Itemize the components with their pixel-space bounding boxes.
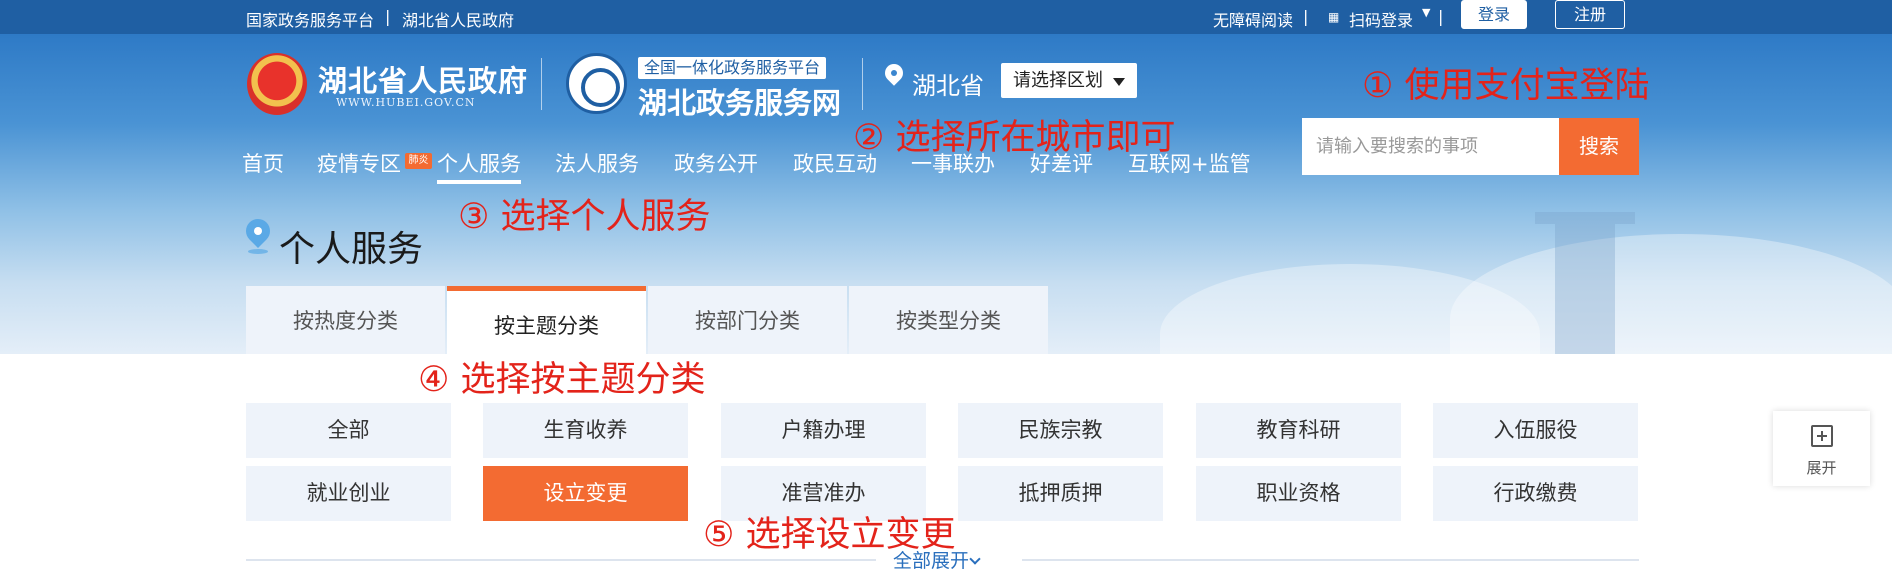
scan-login-link[interactable]: 扫码登录 (1349, 7, 1413, 31)
plus-square-icon (1811, 425, 1833, 447)
service-platform-logo (566, 53, 627, 114)
category-item[interactable]: 抵押质押 (958, 466, 1163, 521)
divider-line (246, 559, 876, 561)
category-item[interactable]: 民族宗教 (958, 403, 1163, 458)
region-select[interactable]: 请选择区划 (1001, 63, 1137, 98)
background-tower (1535, 212, 1635, 224)
category-item[interactable]: 行政缴费 (1433, 466, 1638, 521)
nav-epidemic[interactable]: 疫情专区 (317, 148, 401, 184)
divider-line (1022, 559, 1639, 561)
caret-down-icon (1113, 78, 1125, 86)
category-item[interactable]: 全部 (246, 403, 451, 458)
national-platform-link[interactable]: 国家政务服务平台 (246, 7, 374, 31)
search-input[interactable] (1302, 118, 1559, 175)
national-emblem-logo (247, 53, 307, 115)
location-pin-icon (241, 214, 275, 254)
topbar-separator: | (1303, 7, 1309, 26)
service-name[interactable]: 湖北政务服务网 (638, 80, 841, 122)
top-bar: 国家政务服务平台 | 湖北省人民政府 无障碍阅读 | ▦ 扫码登录 ▼ | 登录… (0, 0, 1892, 34)
annotation-step-3: ③ 选择个人服务 (458, 197, 711, 237)
page-title: 个人服务 (279, 229, 424, 270)
background-hill (1450, 234, 1892, 354)
current-province: 湖北省 (912, 72, 984, 100)
annotation-step-5: ⑤ 选择设立变更 (703, 515, 956, 555)
category-item[interactable]: 就业创业 (246, 466, 451, 521)
tab-by-department[interactable]: 按部门分类 (648, 286, 847, 354)
header-divider (862, 58, 863, 110)
tab-by-type[interactable]: 按类型分类 (849, 286, 1048, 354)
category-item[interactable]: 生育收养 (483, 403, 688, 458)
hubei-gov-link[interactable]: 湖北省人民政府 (402, 7, 514, 31)
nav-corporate-services[interactable]: 法人服务 (555, 148, 639, 184)
qr-code-icon: ▦ (1328, 10, 1340, 24)
tab-by-popularity[interactable]: 按热度分类 (246, 286, 445, 354)
category-item-selected[interactable]: 设立变更 (483, 466, 688, 521)
accessibility-link[interactable]: 无障碍阅读 (1213, 7, 1293, 31)
search-button[interactable]: 搜索 (1559, 118, 1639, 175)
tab-by-theme[interactable]: 按主题分类 (447, 286, 646, 354)
annotation-step-4: ④ 选择按主题分类 (418, 360, 706, 400)
annotation-step-1: ① 使用支付宝登陆 (1362, 66, 1650, 106)
caret-down-icon: ▼ (1422, 6, 1431, 19)
gov-domain: WWW.HUBEI.GOV.CN (336, 96, 476, 109)
category-item[interactable]: 入伍服役 (1433, 403, 1638, 458)
float-expand-button[interactable]: 展开 (1773, 411, 1870, 486)
nav-gov-affairs[interactable]: 政务公开 (674, 148, 758, 184)
background-tower (1555, 224, 1615, 354)
category-item[interactable]: 职业资格 (1196, 466, 1401, 521)
hot-badge: 肺炎 (405, 153, 432, 169)
register-button[interactable]: 注册 (1555, 0, 1625, 29)
annotation-step-2: ② 选择所在城市即可 (853, 118, 1176, 158)
nav-personal-services[interactable]: 个人服务 (437, 148, 521, 184)
header-divider (541, 58, 542, 110)
nav-home[interactable]: 首页 (242, 148, 284, 184)
float-expand-label: 展开 (1806, 459, 1837, 477)
category-item[interactable]: 户籍办理 (721, 403, 926, 458)
region-select-label: 请选择区划 (1013, 70, 1103, 91)
category-item[interactable]: 教育科研 (1196, 403, 1401, 458)
chevron-down-icon (969, 553, 981, 565)
platform-tag: 全国一体化政务服务平台 (638, 57, 827, 79)
topbar-separator: | (1438, 7, 1444, 26)
gov-title[interactable]: 湖北省人民政府 (318, 58, 528, 100)
topbar-separator: | (385, 7, 391, 26)
login-button[interactable]: 登录 (1461, 0, 1527, 29)
